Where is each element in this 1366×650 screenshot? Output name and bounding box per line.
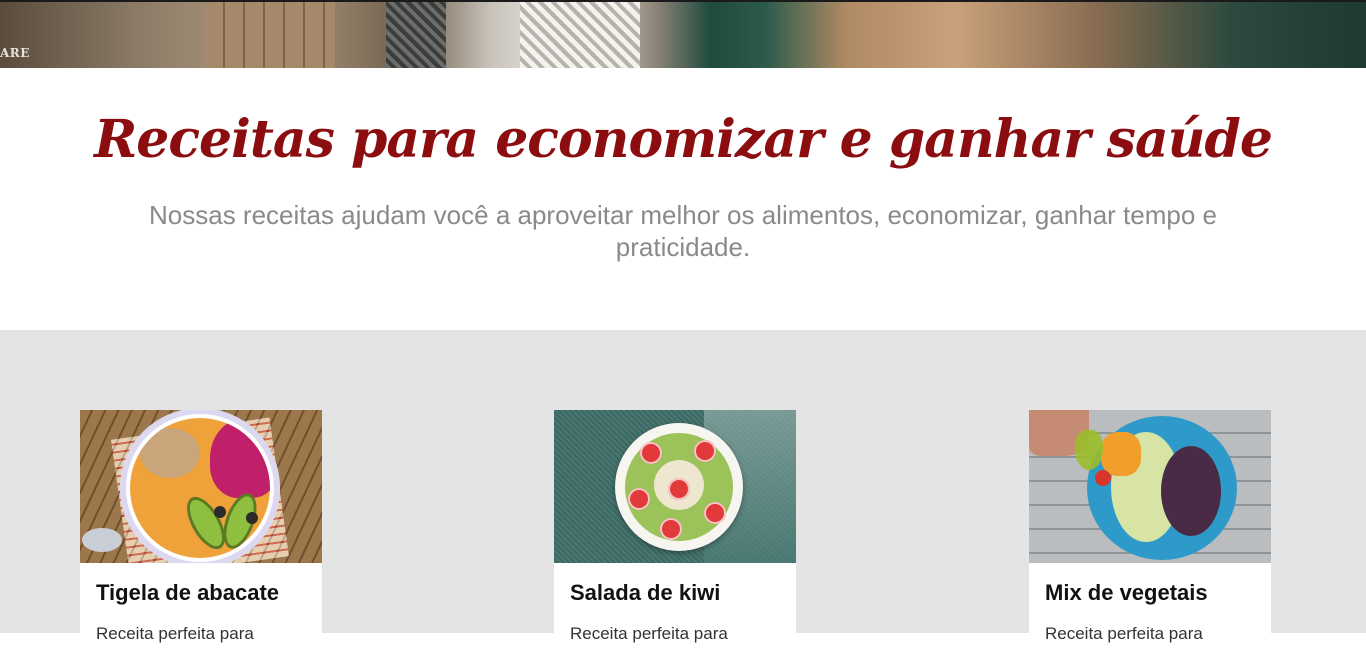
recipe-title[interactable]: Mix de vegetais xyxy=(1045,580,1208,606)
hero-crate-label: ARE xyxy=(0,46,30,60)
recipe-description: Receita perfeita para xyxy=(96,624,254,643)
hero-banner: ARE xyxy=(0,0,1366,68)
crate-slats xyxy=(205,0,335,68)
page-subtitle: Nossas receitas ajudam você a aproveitar… xyxy=(149,200,1217,262)
crate-white xyxy=(520,0,640,68)
recipe-card[interactable]: Tigela de abacate Receita perfeita para xyxy=(80,410,322,650)
recipes-section: Tigela de abacate Receita perfeita para … xyxy=(0,330,1366,650)
recipe-card[interactable]: Salada de kiwi Receita perfeita para xyxy=(554,410,796,650)
kiwi-salad-photo[interactable] xyxy=(554,410,796,563)
hero-top-border xyxy=(0,0,1366,2)
avocado-bowl-photo[interactable] xyxy=(80,410,322,563)
vegetable-mix-photo[interactable] xyxy=(1029,410,1271,563)
crate-lattice xyxy=(386,0,446,68)
recipe-title[interactable]: Salada de kiwi xyxy=(570,580,720,606)
intro-section: Receitas para economizar e ganhar saúde … xyxy=(0,68,1366,330)
recipe-description: Receita perfeita para xyxy=(1045,624,1203,643)
recipe-title[interactable]: Tigela de abacate xyxy=(96,580,279,606)
page-title: Receitas para economizar e ganhar saúde xyxy=(94,109,1273,170)
recipe-card[interactable]: Mix de vegetais Receita perfeita para xyxy=(1029,410,1271,650)
recipe-description: Receita perfeita para xyxy=(570,624,728,643)
